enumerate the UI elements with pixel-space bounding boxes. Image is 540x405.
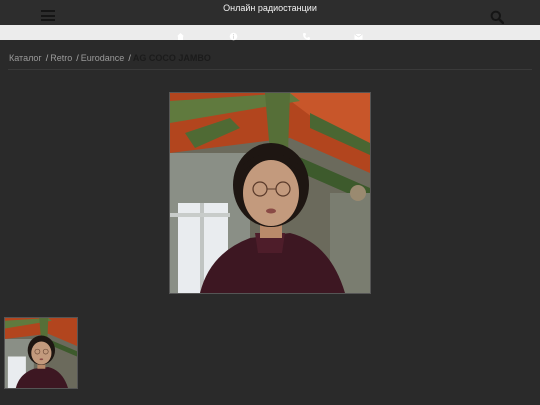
search-icon[interactable] [490,10,505,25]
breadcrumb-item-eurodance[interactable]: Eurodance [81,53,125,63]
station-photo [169,92,371,294]
breadcrumb-separator: / [45,53,49,63]
breadcrumb-current: AG COCO JAMBO [132,53,211,63]
info-icon[interactable] [229,28,238,41]
breadcrumb-separator: / [128,53,131,63]
breadcrumb-separator: / [76,53,79,63]
mail-icon[interactable] [354,28,363,40]
photo-thumbnail[interactable] [4,317,78,389]
breadcrumb-item-retro[interactable]: Retro [50,53,72,63]
divider [8,69,532,70]
breadcrumb: Каталог / Retro / Eurodance / AG COCO JAMBO [9,53,211,63]
top-header-bar: Онлайн радиостанции [0,0,540,25]
page-title: Онлайн радиостанции [223,3,317,13]
breadcrumb-item-catalog[interactable]: Каталог [9,53,42,63]
icon-toolbar [0,25,540,41]
home-icon[interactable] [176,28,185,40]
phone-icon[interactable] [302,28,311,40]
